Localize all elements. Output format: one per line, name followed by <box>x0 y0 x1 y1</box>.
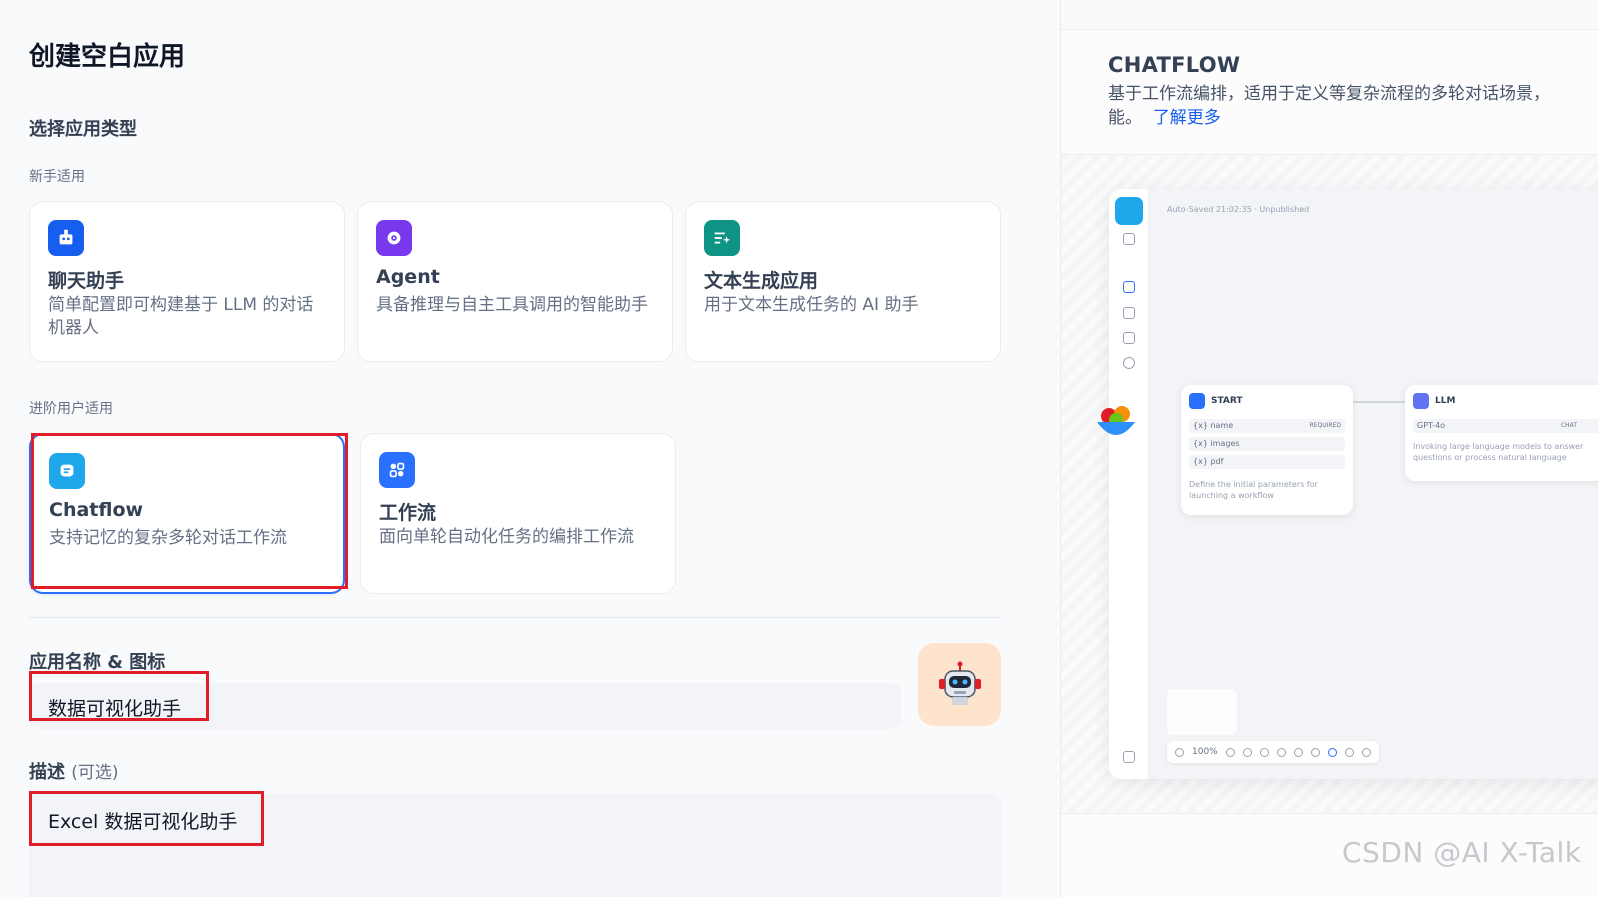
preview-description: 基于工作流编排，适用于定义等复杂流程的多轮对话场景， 能。 了解更多 <box>1108 82 1598 130</box>
create-app-panel: 创建空白应用 选择应用类型 新手适用 聊天助手 简单配置即可构建基于 LLM 的… <box>0 0 1060 897</box>
app-icon-picker[interactable] <box>918 643 1001 726</box>
app-logo-icon <box>1115 197 1143 225</box>
page-title: 创建空白应用 <box>29 42 186 72</box>
zoom-out-icon <box>1175 747 1184 757</box>
sidebar-icon <box>1123 751 1135 763</box>
card-description: 用于文本生成任务的 AI 助手 <box>704 295 919 315</box>
note-icon <box>1310 747 1320 757</box>
workflow-preview: Auto-Saved 21:02:35 · Unpublished START … <box>1109 189 1598 779</box>
watermark: CSDN @AI X-Talk <box>1342 836 1582 869</box>
section-divider <box>29 617 1001 618</box>
workflow-icon <box>379 452 415 488</box>
top-strip <box>1061 0 1598 30</box>
hand-icon <box>1344 747 1354 757</box>
node-model: GPT-4o CHAT <box>1413 419 1598 433</box>
minimap <box>1167 689 1237 735</box>
agent-icon <box>376 220 412 256</box>
chatflow-icon <box>49 453 85 489</box>
description-textarea[interactable]: Excel 数据可视化助手 <box>29 793 1001 897</box>
node-title: LLM <box>1435 396 1456 406</box>
redo-icon <box>1259 747 1269 757</box>
llm-node: LLM GPT-4o CHAT Invoking large language m… <box>1405 385 1598 481</box>
chat-bot-icon <box>48 220 84 256</box>
preview-desc-line: 能。 <box>1108 108 1142 128</box>
node-var: {x} name REQUIRED <box>1189 419 1345 433</box>
sidebar-icon <box>1123 332 1135 344</box>
optional-hint: (可选) <box>71 763 119 783</box>
floating-fruit-bowl-icon <box>1097 406 1135 435</box>
preview-desc-line: 基于工作流编排，适用于定义等复杂流程的多轮对话场景， <box>1108 84 1550 104</box>
sidebar-icon <box>1123 357 1135 369</box>
add-node-icon <box>1293 747 1303 757</box>
app-type-card-workflow[interactable]: 工作流 面向单轮自动化任务的编排工作流 <box>360 433 676 594</box>
zoom-level: 100% <box>1192 747 1218 757</box>
zoom-in-icon <box>1225 747 1235 757</box>
advanced-group-label: 进阶用户适用 <box>29 401 113 417</box>
node-note: Invoking large language models to answer… <box>1413 442 1584 462</box>
card-title: 工作流 <box>379 502 437 524</box>
node-var: {x} images <box>1189 437 1345 451</box>
app-name-value: 数据可视化助手 <box>48 698 182 720</box>
edge <box>1353 401 1405 403</box>
llm-node-icon <box>1413 393 1429 409</box>
robot-avatar-icon <box>938 661 981 705</box>
card-description: 支持记忆的复杂多轮对话工作流 <box>49 528 287 548</box>
history-icon <box>1276 747 1286 757</box>
card-title: Agent <box>376 266 440 288</box>
card-title: 文本生成应用 <box>704 270 819 292</box>
card-description: 简单配置即可构建基于 LLM 的对话机器人 <box>48 295 314 338</box>
pointer-icon <box>1327 747 1337 757</box>
auto-saved-status: Auto-Saved 21:02:35 · Unpublished <box>1167 205 1310 214</box>
card-description: 具备推理与自主工具调用的智能助手 <box>376 295 648 315</box>
preview-title: CHATFLOW <box>1108 53 1241 77</box>
app-type-section-title: 选择应用类型 <box>29 119 137 140</box>
beginner-group-label: 新手适用 <box>29 169 85 185</box>
preview-image-area: Auto-Saved 21:02:35 · Unpublished START … <box>1061 154 1598 814</box>
card-title: 聊天助手 <box>48 270 125 292</box>
app-type-card-chatbot[interactable]: 聊天助手 简单配置即可构建基于 LLM 的对话机器人 <box>29 201 345 362</box>
sidebar-icon <box>1123 281 1135 293</box>
card-description: 面向单轮自动化任务的编排工作流 <box>379 527 634 547</box>
description-label-text: 描述 <box>29 762 65 783</box>
app-type-card-agent[interactable]: Agent 具备推理与自主工具调用的智能助手 <box>357 201 673 362</box>
sidebar-icon <box>1123 233 1135 245</box>
app-type-preview-panel: CHATFLOW 基于工作流编排，适用于定义等复杂流程的多轮对话场景， 能。 了… <box>1060 0 1598 897</box>
app-type-card-text-generation[interactable]: 文本生成应用 用于文本生成任务的 AI 助手 <box>685 201 1001 362</box>
undo-icon <box>1242 747 1252 757</box>
app-type-card-chatflow[interactable]: Chatflow 支持记忆的复杂多轮对话工作流 <box>29 433 345 594</box>
description-value: Excel 数据可视化助手 <box>48 811 238 833</box>
node-var: {x} pdf <box>1189 455 1345 469</box>
description-label: 描述 (可选) <box>29 758 119 784</box>
card-title: Chatflow <box>49 499 144 521</box>
start-node-icon <box>1189 393 1205 409</box>
text-generation-icon <box>704 220 740 256</box>
node-note: Define the initial parameters for launch… <box>1189 480 1318 500</box>
learn-more-link[interactable]: 了解更多 <box>1153 108 1221 128</box>
app-name-input[interactable]: 数据可视化助手 <box>29 683 901 729</box>
canvas-toolbar: 100% <box>1167 741 1379 763</box>
app-name-label: 应用名称 & 图标 <box>29 652 166 673</box>
layout-icon <box>1361 747 1371 757</box>
node-title: START <box>1211 396 1243 406</box>
sidebar-icon <box>1123 307 1135 319</box>
start-node: START {x} name REQUIRED {x} images {x} pd… <box>1181 385 1353 515</box>
preview-sidebar <box>1109 189 1149 779</box>
